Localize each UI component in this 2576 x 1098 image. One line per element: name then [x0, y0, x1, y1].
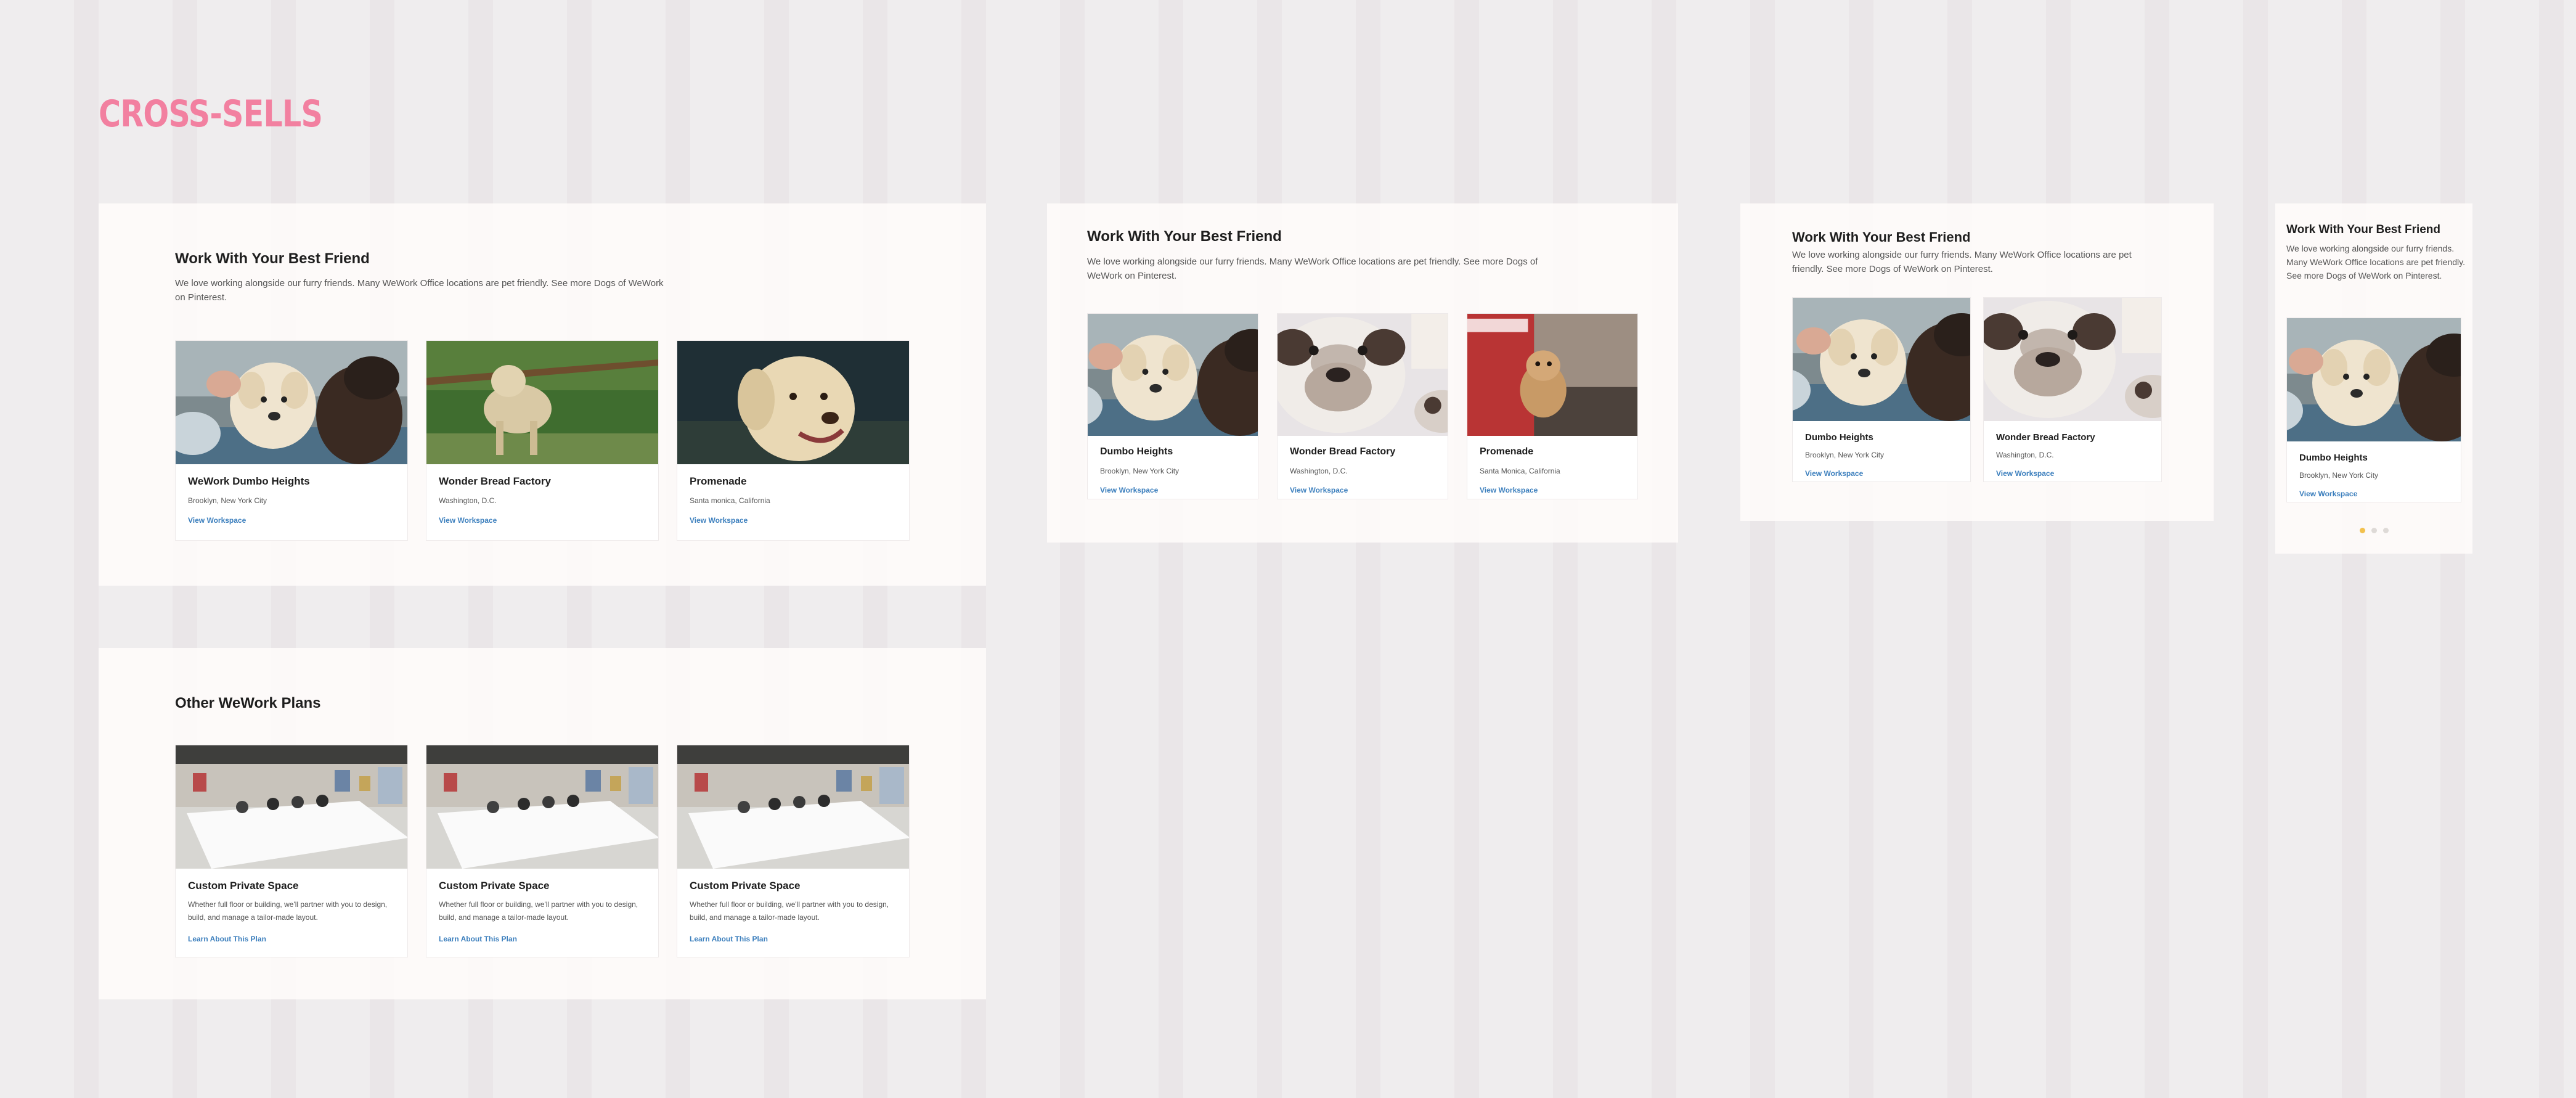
office-photo: [176, 745, 407, 869]
office-photo: [426, 745, 658, 869]
pets-panel-large: Work With Your Best Friend We love worki…: [99, 203, 986, 586]
plans-panel: Other WeWork Plans Custom Private Space …: [99, 648, 986, 999]
card-description: Whether full floor or building, we'll pa…: [188, 900, 388, 922]
page-title: CROSS-SELLS: [99, 92, 323, 136]
pets-heading: Work With Your Best Friend: [1792, 229, 1971, 245]
card-location: Brooklyn, New York City: [2299, 471, 2379, 480]
card-location: Brooklyn, New York City: [188, 496, 267, 505]
pets-description: We love working alongside our furry frie…: [175, 278, 664, 303]
carousel-dot-2[interactable]: [2371, 528, 2377, 533]
card-description: Whether full floor or building, we'll pa…: [439, 900, 638, 922]
card-location: Santa monica, California: [690, 496, 770, 505]
card-location: Washington, D.C.: [1290, 467, 1348, 475]
pets-heading: Work With Your Best Friend: [1087, 228, 1282, 245]
pets-panel-mobile: Work With Your Best Friend We love worki…: [2275, 203, 2472, 554]
dog-photo: [426, 341, 658, 464]
card-location: Washington, D.C.: [439, 496, 497, 505]
card-description: Whether full floor or building, we'll pa…: [690, 900, 889, 922]
card-location: Brooklyn, New York City: [1100, 467, 1180, 475]
card-title: Dumbo Heights: [1100, 446, 1173, 457]
learn-plan-link[interactable]: Learn About This Plan: [439, 935, 517, 943]
dog-photo: [1278, 314, 1448, 436]
plan-card[interactable]: Custom Private Space Whether full floor …: [175, 745, 408, 957]
card-title: Promenade: [690, 475, 747, 487]
view-workspace-link[interactable]: View Workspace: [690, 516, 748, 525]
plan-card[interactable]: Custom Private Space Whether full floor …: [426, 745, 659, 957]
view-workspace-link[interactable]: View Workspace: [1805, 469, 1863, 478]
pets-panel-medium: Work With Your Best Friend We love worki…: [1047, 203, 1678, 543]
dog-photo: [1088, 314, 1258, 436]
card-title: Custom Private Space: [439, 880, 550, 891]
card-title: Dumbo Heights: [2299, 453, 2368, 463]
workspace-card[interactable]: Promenade Santa monica, California View …: [677, 340, 910, 541]
workspace-card[interactable]: Dumbo Heights Brooklyn, New York City Vi…: [1792, 297, 1971, 482]
carousel-pagination: [2360, 528, 2389, 533]
view-workspace-link[interactable]: View Workspace: [2299, 490, 2357, 498]
view-workspace-link[interactable]: View Workspace: [1996, 469, 2054, 478]
card-title: Wonder Bread Factory: [1996, 432, 2095, 443]
pets-description: We love working alongside our furry frie…: [1087, 256, 1538, 281]
pets-description: We love working alongside our furry frie…: [1792, 250, 2132, 274]
carousel-dot-1[interactable]: [2360, 528, 2365, 533]
workspace-card[interactable]: Wonder Bread Factory Washington, D.C. Vi…: [1277, 313, 1448, 499]
card-title: Custom Private Space: [188, 880, 299, 891]
dog-photo: [677, 341, 909, 464]
workspace-card[interactable]: Dumbo Heights Brooklyn, New York City Vi…: [2286, 318, 2461, 502]
learn-plan-link[interactable]: Learn About This Plan: [188, 935, 266, 943]
dog-photo: [1793, 298, 1970, 421]
office-photo: [677, 745, 909, 869]
pets-heading: Work With Your Best Friend: [2286, 223, 2441, 236]
workspace-card[interactable]: Promenade Santa Monica, California View …: [1467, 313, 1638, 499]
card-title: WeWork Dumbo Heights: [188, 475, 310, 487]
workspace-card[interactable]: Wonder Bread Factory Washington, D.C. Vi…: [1983, 297, 2162, 482]
plans-heading: Other WeWork Plans: [175, 695, 321, 711]
workspace-card[interactable]: Wonder Bread Factory Washington, D.C. Vi…: [426, 340, 659, 541]
card-location: Washington, D.C.: [1996, 451, 2054, 459]
pets-heading: Work With Your Best Friend: [175, 250, 370, 267]
dog-photo: [2287, 318, 2461, 441]
dog-photo: [176, 341, 407, 464]
carousel-dot-3[interactable]: [2383, 528, 2389, 533]
workspace-card[interactable]: WeWork Dumbo Heights Brooklyn, New York …: [175, 340, 408, 541]
view-workspace-link[interactable]: View Workspace: [439, 516, 497, 525]
card-title: Wonder Bread Factory: [1290, 446, 1396, 457]
dog-photo: [1467, 314, 1637, 436]
card-title: Dumbo Heights: [1805, 432, 1873, 443]
dog-photo: [1984, 298, 2161, 421]
card-title: Promenade: [1480, 446, 1534, 457]
view-workspace-link[interactable]: View Workspace: [1290, 486, 1348, 494]
pets-panel-small: Work With Your Best Friend We love worki…: [1740, 203, 2214, 521]
view-workspace-link[interactable]: View Workspace: [188, 516, 246, 525]
card-location: Santa Monica, California: [1480, 467, 1560, 475]
learn-plan-link[interactable]: Learn About This Plan: [690, 935, 768, 943]
view-workspace-link[interactable]: View Workspace: [1480, 486, 1538, 494]
view-workspace-link[interactable]: View Workspace: [1100, 486, 1158, 494]
plan-card[interactable]: Custom Private Space Whether full floor …: [677, 745, 910, 957]
workspace-card[interactable]: Dumbo Heights Brooklyn, New York City Vi…: [1087, 313, 1258, 499]
card-title: Custom Private Space: [690, 880, 801, 891]
card-title: Wonder Bread Factory: [439, 475, 552, 487]
pets-description: We love working alongside our furry frie…: [2286, 244, 2465, 281]
card-location: Brooklyn, New York City: [1805, 451, 1885, 459]
